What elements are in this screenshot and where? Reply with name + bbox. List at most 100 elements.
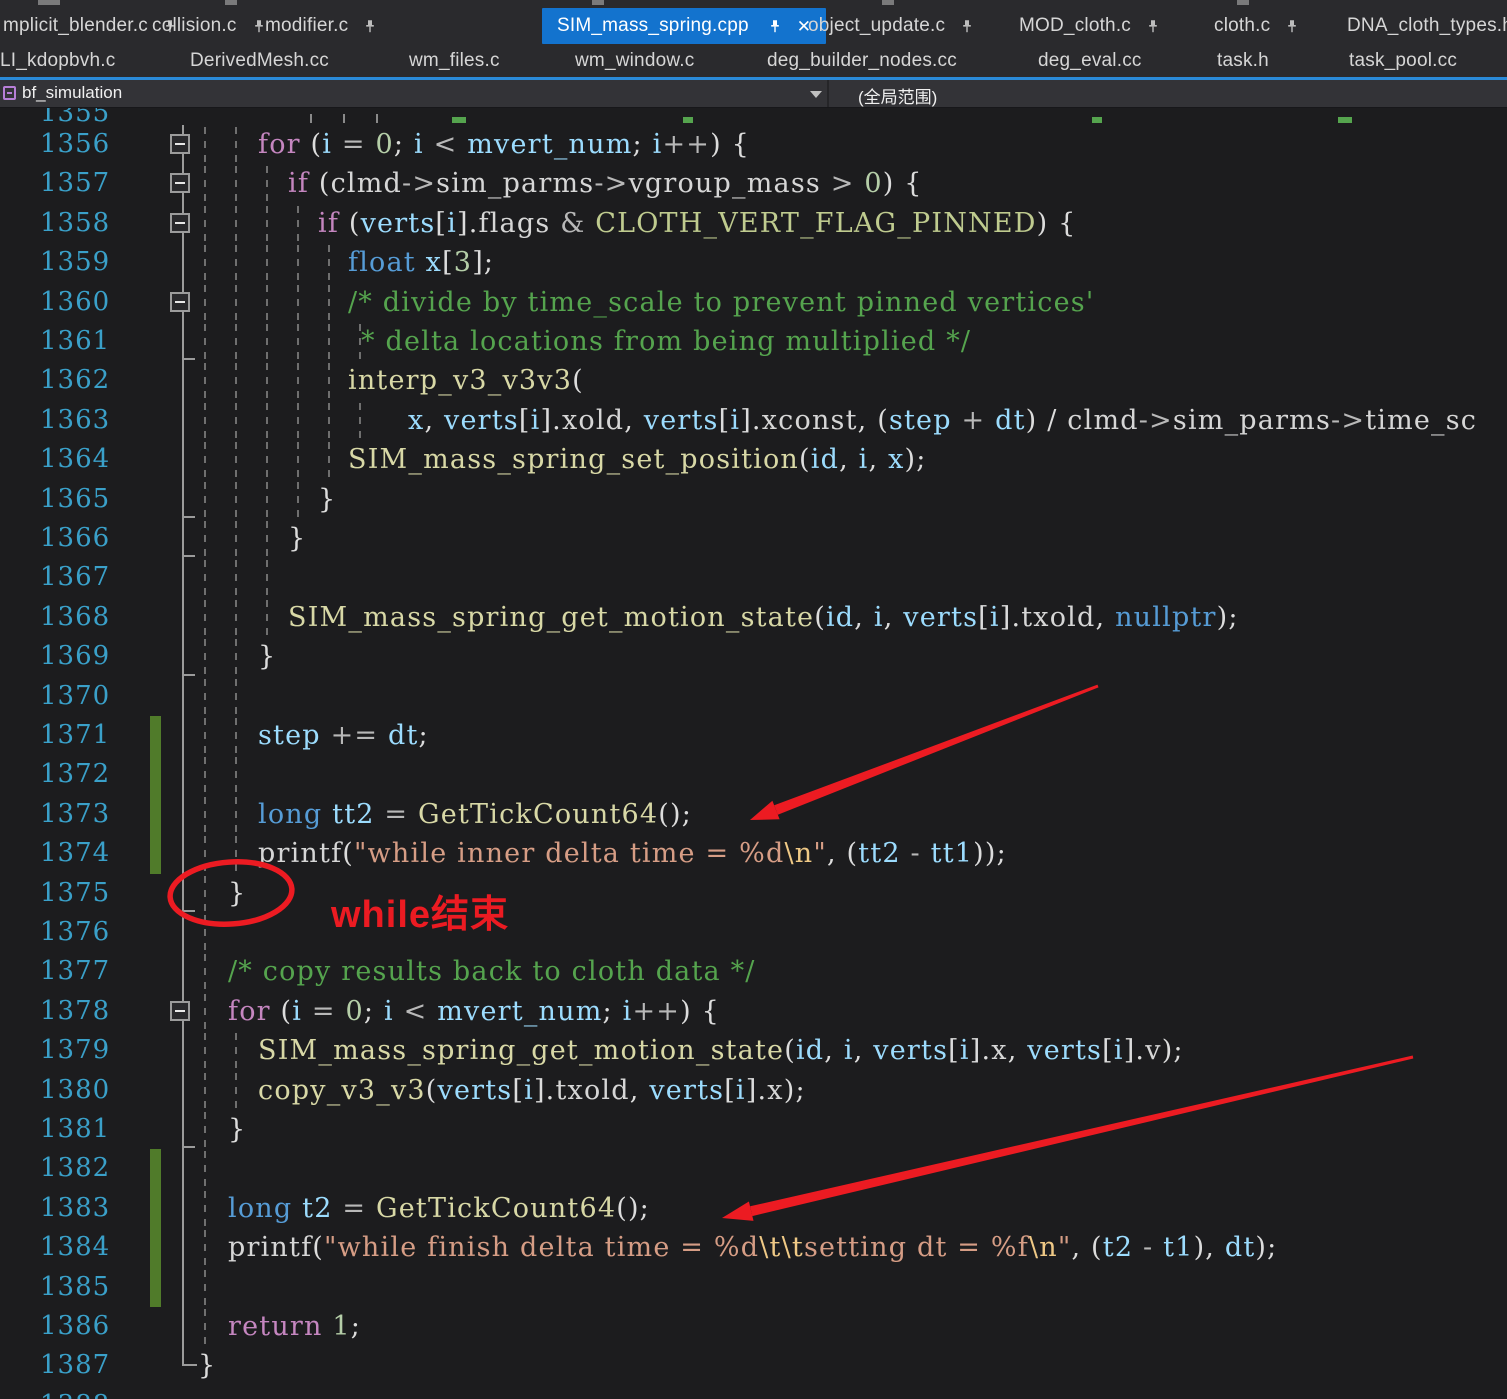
indent-guide bbox=[204, 954, 206, 990]
code-editor[interactable]: 1355 1356 for (i = 0; i < mvert_num; i++) … bbox=[0, 108, 1507, 1399]
indent-guide bbox=[204, 560, 206, 596]
indent-guide bbox=[266, 402, 268, 439]
code-line-1378[interactable]: 1378 for (i = 0; i < mvert_num; i++) { bbox=[0, 992, 1507, 1031]
pin-icon[interactable] bbox=[364, 19, 376, 34]
indent-guide bbox=[204, 481, 206, 517]
code-line-1357[interactable]: 1357 if (clmd->sim_parms->vgroup_mass > 0… bbox=[0, 164, 1507, 203]
change-tracking-bar bbox=[150, 1149, 161, 1189]
fold-collapse-button[interactable] bbox=[170, 212, 190, 233]
tab-modifier-c[interactable]: modifier.c bbox=[265, 8, 376, 44]
tab-mplicit-blender-c[interactable]: mplicit_blender.c bbox=[3, 8, 176, 44]
tab-task-pool-cc[interactable]: task_pool.cc bbox=[1349, 44, 1457, 77]
indent-guide bbox=[235, 284, 237, 320]
pin-icon[interactable] bbox=[961, 19, 973, 34]
pin-icon[interactable] bbox=[1286, 19, 1298, 34]
code-line-1381[interactable]: 1381} bbox=[0, 1110, 1507, 1149]
indent-guide bbox=[204, 1033, 206, 1069]
line-number: 1384 bbox=[40, 1232, 111, 1263]
code-line-1368[interactable]: 1368 SIM_mass_spring_get_motion_state(id,… bbox=[0, 598, 1507, 637]
code-line-1380[interactable]: 1380 copy_v3_v3(verts[i].txold, verts[i].… bbox=[0, 1071, 1507, 1110]
indent-guide bbox=[297, 324, 299, 360]
code-text: } bbox=[198, 1350, 217, 1382]
fold-collapse-button[interactable] bbox=[170, 1000, 190, 1021]
indent-guide bbox=[328, 402, 330, 439]
tab-collision-c[interactable]: collision.c bbox=[152, 8, 265, 44]
pin-icon[interactable] bbox=[1147, 19, 1159, 34]
tab-object-update-c[interactable]: object_update.c bbox=[808, 8, 973, 44]
indent-guide bbox=[266, 599, 268, 636]
clipped-text-fragment bbox=[1338, 117, 1352, 123]
code-line-1371[interactable]: 1371 step += dt; bbox=[0, 716, 1507, 756]
code-line-1382[interactable]: 1382 bbox=[0, 1149, 1507, 1189]
indent-guide bbox=[204, 1269, 206, 1305]
code-line-1370[interactable]: 1370 bbox=[0, 677, 1507, 716]
code-line-1365[interactable]: 1365} bbox=[0, 480, 1507, 519]
code-line-1363[interactable]: 1363 x, verts[i].xold, verts[i].xconst, (… bbox=[0, 401, 1507, 440]
chevron-down-icon[interactable] bbox=[810, 91, 822, 98]
indent-guide bbox=[235, 836, 237, 872]
code-line-1377[interactable]: 1377 /* copy results back to cloth data *… bbox=[0, 952, 1507, 991]
indent-guide bbox=[204, 718, 206, 754]
indent-guide bbox=[266, 166, 268, 202]
clipped-text-fragment bbox=[376, 114, 378, 123]
fold-collapse-button[interactable] bbox=[170, 173, 190, 194]
code-line-1358[interactable]: 1358 if (verts[i].flags & CLOTH_VERT_FLAG… bbox=[0, 204, 1507, 243]
code-line-1362[interactable]: 1362 interp_v3_v3v3( bbox=[0, 361, 1507, 400]
pin-icon[interactable] bbox=[253, 19, 265, 34]
tab-label: task_pool.cc bbox=[1349, 49, 1458, 71]
code-line-1361[interactable]: 1361 * delta locations from being multipl… bbox=[0, 322, 1507, 361]
indent-guide bbox=[266, 521, 268, 557]
fold-collapse-button[interactable] bbox=[170, 134, 190, 154]
code-line-1373[interactable]: 1373 long tt2 = GetTickCount64(); bbox=[0, 794, 1507, 835]
line-number: 1373 bbox=[40, 798, 111, 829]
tab-wm-files-c[interactable]: wm_files.c bbox=[409, 44, 500, 77]
tab-cloth-c[interactable]: cloth.c bbox=[1214, 8, 1298, 44]
tab-label: collision.c bbox=[152, 15, 237, 36]
tab-sim-mass-spring-cpp[interactable]: SIM_mass_spring.cpp ✕ bbox=[542, 8, 827, 44]
indent-guide bbox=[328, 324, 330, 360]
fold-collapse-button[interactable] bbox=[170, 291, 190, 312]
fold-region-end-tick bbox=[184, 555, 195, 558]
code-line-1385[interactable]: 1385 bbox=[0, 1267, 1507, 1307]
member-dropdown-label: (全局范围) bbox=[858, 88, 938, 107]
code-line-1374[interactable]: 1374 printf("while inner delta time = %d\… bbox=[0, 834, 1507, 874]
code-line-1360[interactable]: 1360 /* divide by time_scale to prevent p… bbox=[0, 283, 1507, 322]
tab-deg-builder-nodes-cc[interactable]: deg_builder_nodes.cc bbox=[767, 44, 957, 77]
tab-li-kdopbvh-c[interactable]: LI_kdopbvh.c bbox=[0, 44, 115, 77]
scope-dropdown[interactable]: bf_simulation bbox=[0, 80, 829, 107]
clipped-text-fragment bbox=[452, 117, 466, 123]
code-line-1364[interactable]: 1364 SIM_mass_spring_set_position(id, i, … bbox=[0, 440, 1507, 479]
code-line-1366[interactable]: 1366} bbox=[0, 519, 1507, 558]
indent-guide bbox=[266, 324, 268, 360]
tab-dna-cloth-types-h[interactable]: DNA_cloth_types.h bbox=[1347, 8, 1507, 44]
code-text: if (clmd->sim_parms->vgroup_mass > 0) { bbox=[288, 168, 923, 200]
code-line-1379[interactable]: 1379 SIM_mass_spring_get_motion_state(id,… bbox=[0, 1031, 1507, 1070]
code-line-1356[interactable]: 1356 for (i = 0; i < mvert_num; i++) { bbox=[0, 125, 1507, 164]
indent-guide bbox=[235, 521, 237, 557]
code-line-1383[interactable]: 1383 long t2 = GetTickCount64(); bbox=[0, 1188, 1507, 1229]
code-line-1369[interactable]: 1369} bbox=[0, 637, 1507, 676]
code-line-1376[interactable]: 1376 bbox=[0, 913, 1507, 952]
tab-mod-cloth-c[interactable]: MOD_cloth.c bbox=[1019, 8, 1159, 44]
clipped-text-fragment bbox=[1092, 117, 1102, 123]
code-line-1387[interactable]: 1387} bbox=[0, 1346, 1507, 1385]
code-line-1384[interactable]: 1384 printf("while finish delta time = %d… bbox=[0, 1228, 1507, 1268]
tab-label: MOD_cloth.c bbox=[1019, 15, 1132, 36]
code-line-1386[interactable]: 1386 return 1; bbox=[0, 1307, 1507, 1346]
line-number: 1358 bbox=[40, 207, 111, 238]
code-line-1367[interactable]: 1367 bbox=[0, 558, 1507, 597]
tab-derivedmesh-cc[interactable]: DerivedMesh.cc bbox=[190, 44, 329, 77]
clipped-row-above-fragment bbox=[38, 0, 60, 5]
indent-guide bbox=[235, 205, 237, 242]
tab-task-h[interactable]: task.h bbox=[1217, 44, 1269, 77]
code-text: for (i = 0; i < mvert_num; i++) { bbox=[228, 995, 721, 1027]
fold-region-end-tick bbox=[184, 910, 195, 912]
code-line-1372[interactable]: 1372 bbox=[0, 755, 1507, 795]
code-line-1375[interactable]: 1375} bbox=[0, 874, 1507, 913]
line-number: 1372 bbox=[40, 759, 111, 790]
tab-deg-eval-cc[interactable]: deg_eval.cc bbox=[1038, 44, 1142, 77]
pin-icon[interactable] bbox=[769, 19, 781, 34]
indent-guide bbox=[204, 245, 206, 281]
code-line-1359[interactable]: 1359 float x[3]; bbox=[0, 243, 1507, 282]
tab-wm-window-c[interactable]: wm_window.c bbox=[575, 44, 694, 77]
